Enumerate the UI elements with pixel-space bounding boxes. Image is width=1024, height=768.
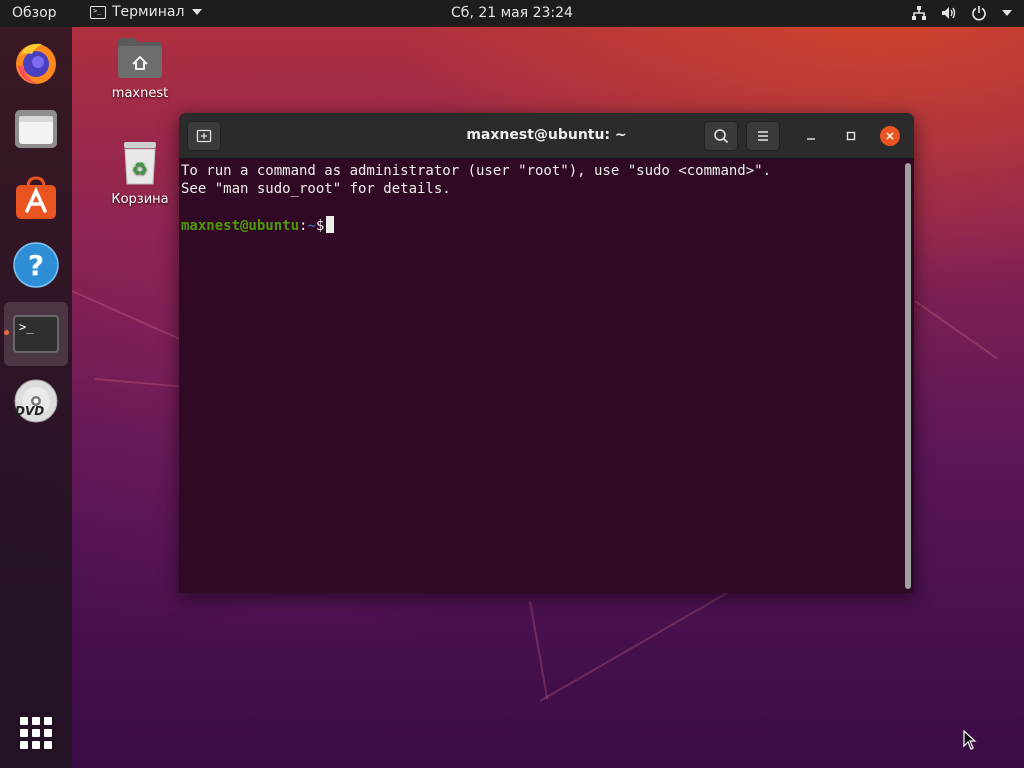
menu-button[interactable]: [746, 121, 780, 151]
close-button[interactable]: [880, 126, 900, 146]
mouse-pointer-icon: [963, 730, 977, 750]
svg-text:?: ?: [28, 249, 44, 282]
prompt-line: maxnest@ubuntu:~$: [181, 216, 912, 235]
terminal-icon: >_: [90, 5, 106, 19]
terminal-headerbar[interactable]: maxnest@ubuntu: ~: [179, 113, 914, 159]
wallpaper-streak: [539, 585, 740, 702]
minimize-icon: [807, 138, 815, 140]
activities-button[interactable]: Обзор: [12, 5, 57, 21]
terminal-window[interactable]: maxnest@ubuntu: ~ To run a command as ad…: [179, 113, 914, 593]
clock[interactable]: Сб, 21 мая 23:24: [451, 5, 573, 21]
hamburger-menu-icon: [758, 131, 768, 141]
maximize-icon: [846, 131, 856, 141]
chevron-down-icon: [192, 9, 203, 15]
search-icon: [714, 129, 729, 144]
svg-text:♻: ♻: [132, 159, 148, 180]
dock: ? >_ DVD: [0, 27, 72, 768]
firefox-icon: [16, 43, 56, 84]
show-applications-button[interactable]: [20, 717, 52, 749]
wallpaper-streak: [529, 600, 549, 700]
wallpaper-streak: [914, 300, 998, 360]
software-store-icon: [16, 176, 56, 219]
top-bar: Обзор >_ Терминал Сб, 21 мая 23:24: [0, 0, 1024, 27]
minimize-button[interactable]: [801, 126, 821, 146]
power-icon[interactable]: [970, 4, 988, 22]
desktop-icon-home[interactable]: maxnest: [100, 36, 180, 101]
wallpaper-streak: [71, 290, 183, 341]
prompt-path: ~: [307, 218, 316, 234]
network-icon[interactable]: [910, 4, 928, 22]
dock-item-terminal[interactable]: >_: [4, 302, 68, 366]
wallpaper-streak: [94, 378, 185, 388]
dvd-label: DVD: [15, 404, 45, 418]
new-tab-button[interactable]: [187, 121, 221, 151]
help-icon: ?: [13, 242, 59, 288]
desktop-icon-label: Корзина: [111, 192, 169, 207]
app-menu-label: Терминал: [112, 4, 185, 20]
volume-icon[interactable]: [940, 4, 958, 22]
terminal-line: To run a command as administrator (user …: [181, 163, 772, 179]
window-title: maxnest@ubuntu: ~: [466, 127, 627, 143]
terminal-glyph: >_: [19, 320, 34, 334]
terminal-scrollbar[interactable]: [905, 163, 911, 589]
prompt-user: maxnest@ubuntu: [181, 218, 300, 234]
desktop-icon-trash[interactable]: ♻ Корзина: [100, 140, 180, 207]
app-menu[interactable]: >_ Терминал: [90, 4, 203, 20]
dock-item-software[interactable]: [4, 165, 68, 229]
dvd-icon: DVD: [13, 378, 59, 424]
search-button[interactable]: [704, 121, 738, 151]
maximize-button[interactable]: [841, 126, 861, 146]
chevron-down-icon[interactable]: [1002, 10, 1012, 16]
system-tray[interactable]: [910, 4, 1012, 22]
prompt-symbol: $: [315, 218, 325, 234]
dock-item-dvd[interactable]: DVD: [4, 369, 68, 433]
terminal-line: See "man sudo_root" for details.: [181, 181, 451, 197]
dock-item-help[interactable]: ?: [4, 233, 68, 297]
terminal-output[interactable]: To run a command as administrator (user …: [179, 159, 914, 593]
trash-icon: ♻: [124, 142, 156, 185]
terminal-icon: >_: [13, 315, 59, 353]
home-folder-icon: [118, 38, 162, 78]
new-tab-icon: [196, 129, 212, 143]
files-icon: [15, 110, 57, 148]
close-icon: [886, 132, 894, 140]
desktop-icon-label: maxnest: [111, 86, 169, 101]
dock-item-files[interactable]: [4, 97, 68, 161]
text-cursor: [326, 216, 335, 233]
dock-item-firefox[interactable]: [4, 30, 68, 94]
